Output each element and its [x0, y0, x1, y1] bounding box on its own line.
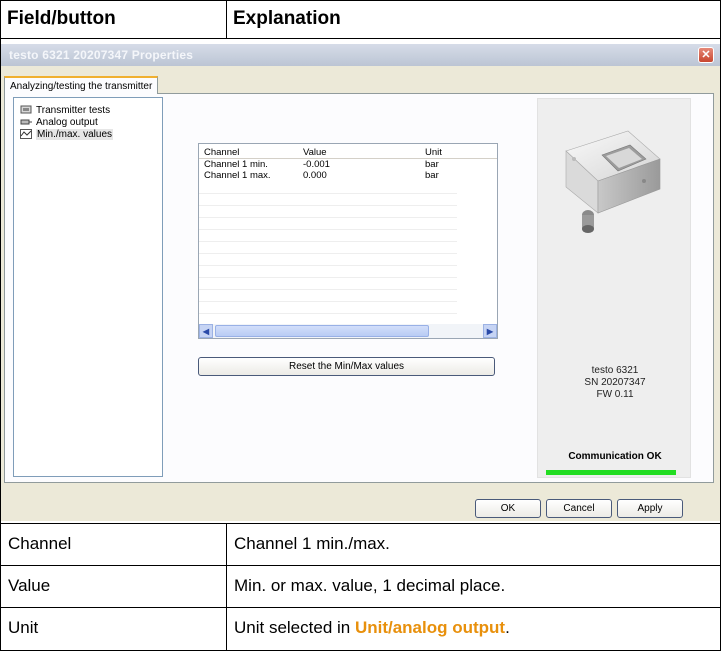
apply-button[interactable]: Apply: [617, 499, 683, 518]
header-explanation: Explanation: [233, 8, 341, 29]
device-info-panel: testo 6321 SN 20207347 FW 0.11 Communica…: [537, 98, 691, 478]
device-serial: SN 20207347: [584, 377, 646, 388]
grid-cell-channel: Channel 1 min.: [204, 159, 268, 170]
document-page: Field/button Explanation Channel Channel…: [0, 0, 723, 652]
dialog-title: testo 6321 20207347 Properties: [9, 48, 194, 62]
device-firmware: FW 0.11: [596, 389, 634, 400]
grid-cell-channel: Channel 1 max.: [204, 170, 271, 181]
horizontal-scrollbar[interactable]: ◀ ▶: [199, 324, 497, 338]
grid-cell-value: 0.000: [303, 170, 327, 181]
grid-cell-unit: bar: [425, 170, 439, 181]
reset-min-max-button[interactable]: Reset the Min/Max values: [198, 357, 495, 376]
analog-output-icon: [19, 117, 32, 127]
properties-dialog: testo 6321 20207347 Properties ✕ Analyzi…: [1, 44, 720, 521]
grid-header-unit[interactable]: Unit: [425, 144, 442, 158]
unit-explanation-text: Unit selected in: [234, 618, 355, 637]
communication-status: Communication OK: [568, 451, 662, 462]
chevron-left-icon: ◀: [202, 326, 210, 336]
navigation-tree: Transmitter tests Analog output Min./max…: [13, 97, 163, 477]
row-unit-explanation: Unit selected in Unit/analog output.: [227, 608, 720, 648]
min-max-values-grid: Channel Value Unit Channel 1 min. -0.001…: [198, 143, 498, 339]
grid-cell-value: -0.001: [303, 159, 330, 170]
unit-explanation-suffix: .: [505, 618, 510, 637]
tab-analyzing-testing[interactable]: Analyzing/testing the transmitter: [4, 76, 159, 94]
min-max-values-icon: [19, 129, 32, 139]
tree-item-transmitter-tests[interactable]: Transmitter tests: [19, 104, 110, 116]
tree-item-analog-output[interactable]: Analog output: [19, 116, 98, 128]
close-button[interactable]: ✕: [698, 47, 714, 63]
scroll-right-button[interactable]: ▶: [483, 324, 497, 338]
row-unit-field: Unit: [8, 618, 39, 637]
scroll-left-button[interactable]: ◀: [199, 324, 213, 338]
header-field-button: Field/button: [7, 8, 116, 29]
grid-header: Channel Value Unit: [199, 144, 497, 159]
grid-row[interactable]: Channel 1 max. 0.000 bar: [199, 170, 497, 181]
dialog-titlebar[interactable]: testo 6321 20207347 Properties ✕: [1, 44, 720, 66]
scrollbar-thumb[interactable]: [215, 325, 429, 337]
row-channel-explanation: Channel 1 min./max.: [234, 534, 390, 553]
communication-status-bar: [546, 470, 676, 475]
transmitter-image: [565, 130, 661, 233]
grid-cell-unit: bar: [425, 159, 439, 170]
ok-button[interactable]: OK: [475, 499, 541, 518]
transmitter-tests-icon: [19, 105, 32, 115]
unit-analog-output-link[interactable]: Unit/analog output: [355, 618, 505, 638]
chevron-right-icon: ▶: [486, 326, 494, 336]
cancel-button[interactable]: Cancel: [546, 499, 612, 518]
grid-row[interactable]: Channel 1 min. -0.001 bar: [199, 159, 497, 170]
row-channel-field: Channel: [8, 534, 72, 553]
grid-header-value[interactable]: Value: [303, 144, 327, 158]
grid-header-channel[interactable]: Channel: [204, 144, 239, 158]
close-icon: ✕: [701, 48, 711, 61]
row-value-field: Value: [8, 576, 51, 595]
tree-item-min-max-values[interactable]: Min./max. values: [19, 128, 114, 140]
row-value-explanation: Min. or max. value, 1 decimal place.: [234, 576, 506, 595]
device-model: testo 6321: [591, 365, 639, 376]
